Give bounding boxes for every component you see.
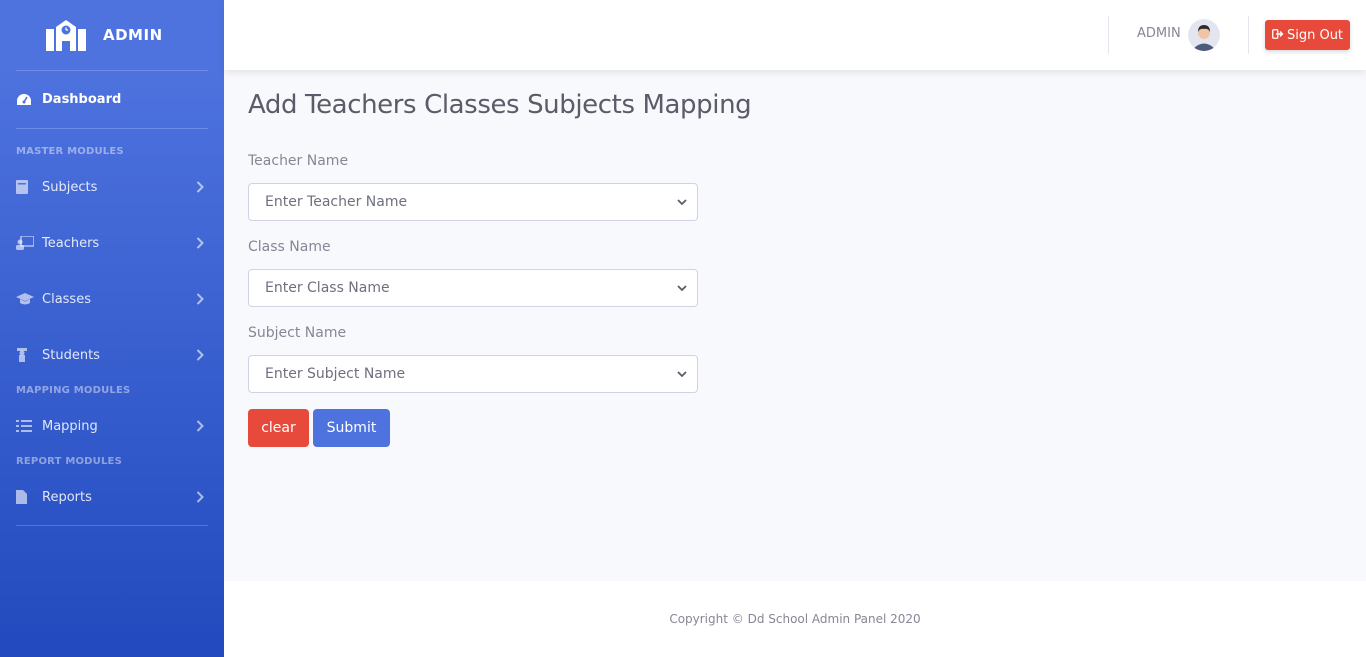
subject-name-label: Subject Name [248, 325, 347, 341]
user-student-icon [16, 348, 36, 362]
sidebar-item-students[interactable]: Students [0, 343, 224, 367]
topbar: ADMIN Sign Out [224, 0, 1366, 70]
sidebar-item-dashboard[interactable]: Dashboard [0, 71, 224, 128]
tachometer-icon [16, 93, 34, 107]
avatar[interactable] [1188, 19, 1220, 51]
teacher-name-label: Teacher Name [248, 153, 349, 169]
file-icon [16, 490, 36, 504]
sign-out-icon [1272, 28, 1284, 43]
sidebar-item-label: Classes [42, 291, 91, 307]
sidebar-item-label: Teachers [42, 235, 100, 251]
sidebar-heading-mapping: MAPPING MODULES [16, 385, 131, 396]
class-name-select[interactable]: Enter Class Name [248, 269, 698, 307]
teacher-name-select[interactable]: Enter Teacher Name [248, 183, 698, 221]
class-name-label: Class Name [248, 239, 331, 255]
sidebar-divider [16, 525, 208, 526]
chalkboard-teacher-icon [16, 236, 36, 250]
chevron-right-icon [196, 349, 204, 361]
sidebar-divider [16, 128, 208, 129]
clear-button[interactable]: clear [248, 409, 309, 447]
sidebar-item-label: Mapping [42, 418, 98, 434]
main-content: Add Teachers Classes Subjects Mapping [248, 90, 752, 120]
user-name[interactable]: ADMIN [1137, 26, 1181, 41]
class-name-value: Enter Class Name [265, 280, 390, 296]
chevron-right-icon [196, 420, 204, 432]
subject-name-value: Enter Subject Name [265, 366, 406, 382]
sign-out-label: Sign Out [1286, 27, 1344, 43]
sidebar-item-label: Students [42, 347, 100, 363]
chevron-right-icon [196, 237, 204, 249]
sidebar-item-classes[interactable]: Classes [0, 287, 224, 311]
chevron-right-icon [196, 293, 204, 305]
footer: Copyright © Dd School Admin Panel 2020 [224, 581, 1366, 657]
tasks-icon [16, 420, 36, 432]
sidebar-item-label: Reports [42, 489, 92, 505]
brand-name: ADMIN [103, 26, 163, 44]
sign-out-button[interactable]: Sign Out [1265, 20, 1350, 50]
sidebar-item-mapping[interactable]: Mapping [0, 414, 224, 438]
copyright-text: Copyright © Dd School Admin Panel 2020 [669, 612, 921, 626]
subject-name-select[interactable]: Enter Subject Name [248, 355, 698, 393]
sidebar-item-label: Subjects [42, 179, 98, 195]
book-icon [16, 180, 36, 194]
sidebar-heading-report: REPORT MODULES [16, 456, 122, 467]
graduation-cap-icon [16, 293, 36, 305]
page-title: Add Teachers Classes Subjects Mapping [248, 90, 752, 120]
brand-link[interactable]: ADMIN [0, 0, 224, 70]
chevron-right-icon [196, 181, 204, 193]
sidebar-item-teachers[interactable]: Teachers [0, 231, 224, 255]
chevron-right-icon [196, 491, 204, 503]
topbar-divider [1248, 16, 1249, 54]
sidebar: ADMIN Dashboard MASTER MODULES Subjects … [0, 0, 224, 657]
sidebar-item-subjects[interactable]: Subjects [0, 175, 224, 199]
sidebar-item-label: Dashboard [42, 92, 122, 107]
school-icon [45, 18, 87, 52]
sidebar-heading-master: MASTER MODULES [16, 146, 124, 157]
submit-button[interactable]: Submit [313, 409, 390, 447]
topbar-divider [1108, 16, 1109, 54]
chevron-down-icon [677, 194, 687, 210]
teacher-name-value: Enter Teacher Name [265, 194, 408, 210]
sidebar-item-reports[interactable]: Reports [0, 485, 224, 509]
chevron-down-icon [677, 280, 687, 296]
chevron-down-icon [677, 366, 687, 382]
